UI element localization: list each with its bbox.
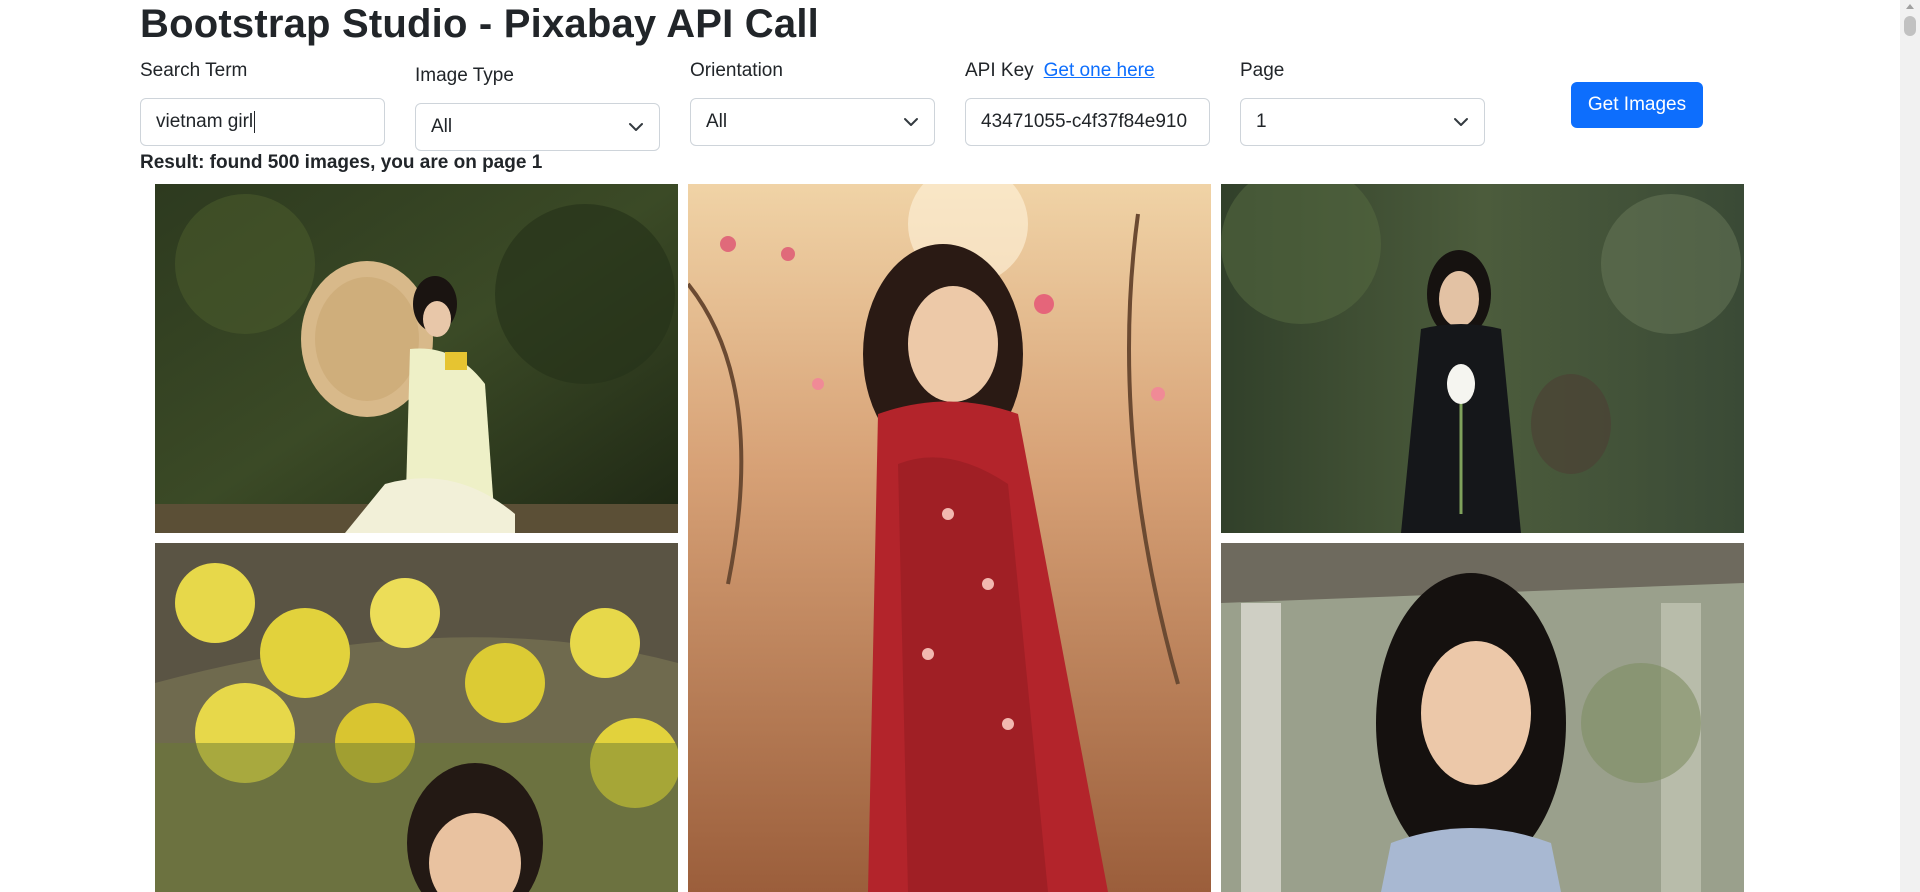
search-term-value: vietnam girl [156, 111, 254, 132]
api-key-value: 43471055-c4f37f84e910 [981, 111, 1188, 132]
image-type-value: All [431, 116, 453, 137]
gallery-image[interactable] [155, 184, 678, 533]
gallery-image[interactable] [1221, 184, 1744, 533]
gallery-image[interactable] [688, 184, 1211, 892]
orientation-select[interactable]: All [690, 98, 935, 146]
text-cursor [254, 111, 256, 133]
result-summary: Result: found 500 images, you are on pag… [140, 152, 543, 173]
image-type-select[interactable]: All [415, 103, 660, 151]
search-term-label: Search Term [140, 60, 248, 81]
api-key-input[interactable]: 43471055-c4f37f84e910 [965, 98, 1210, 146]
scroll-up-icon[interactable] [1906, 4, 1914, 9]
orientation-value: All [706, 111, 728, 132]
search-term-input[interactable]: vietnam girl [140, 98, 385, 146]
gallery-image[interactable] [155, 543, 678, 892]
scrollbar-thumb[interactable] [1904, 16, 1916, 36]
chevron-down-icon [1453, 114, 1469, 130]
search-term-group: Search Term vietnam girl [140, 60, 385, 146]
chevron-down-icon [628, 119, 644, 135]
page-title: Bootstrap Studio - Pixabay API Call [140, 2, 819, 46]
gallery-image[interactable] [1221, 543, 1744, 892]
page-label: Page [1240, 60, 1285, 81]
api-key-group: API Key Get one here 43471055-c4f37f84e91… [965, 60, 1210, 146]
vertical-scrollbar[interactable] [1900, 0, 1920, 892]
page-value: 1 [1256, 111, 1267, 132]
image-type-label: Image Type [415, 65, 514, 86]
image-gallery [155, 184, 1745, 892]
get-images-button[interactable]: Get Images [1571, 82, 1703, 128]
page-select[interactable]: 1 [1240, 98, 1485, 146]
get-api-key-link[interactable]: Get one here [1044, 60, 1155, 81]
search-form: Search Term vietnam girl Image Type All … [140, 60, 1700, 160]
image-type-group: Image Type All [415, 65, 660, 151]
api-key-label: API Key Get one here [965, 60, 1155, 81]
orientation-label: Orientation [690, 60, 783, 81]
page-group: Page 1 [1240, 60, 1485, 146]
chevron-down-icon [903, 114, 919, 130]
orientation-group: Orientation All [690, 60, 935, 146]
